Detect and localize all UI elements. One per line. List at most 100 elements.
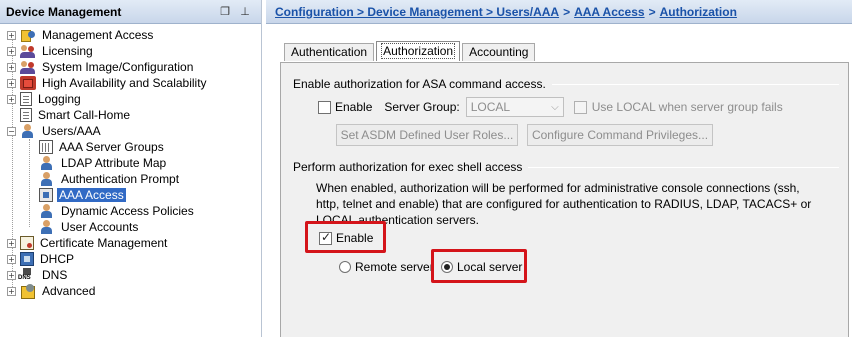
command-auth-section: Enable authorization for ASA command acc… [293, 77, 839, 91]
tab-label: Authentication [291, 45, 368, 59]
checkbox-label: Use LOCAL when server group fails [591, 100, 783, 114]
smart-call-home-icon [20, 108, 32, 122]
nav-title: Device Management [6, 4, 122, 19]
remote-server-option[interactable]: Remote server [339, 260, 434, 274]
command-auth-row: Enable Server Group: LOCAL ⌵ Use LOCAL w… [318, 97, 783, 117]
remote-server-radio[interactable] [339, 261, 351, 273]
authorization-panel: Enable authorization for ASA command acc… [280, 62, 849, 337]
licensing-icon [20, 44, 36, 58]
tree-item-ldap-attribute-map[interactable]: LDAP Attribute Map [39, 155, 168, 171]
ldap-attribute-map-icon [39, 156, 55, 170]
server-group-select[interactable]: LOCAL ⌵ [465, 97, 564, 117]
breadcrumb-aaa-access-link[interactable]: AAA Access [574, 5, 644, 19]
tab-authentication[interactable]: Authentication [284, 43, 375, 61]
configure-privileges-button[interactable]: Configure Command Privileges... [527, 124, 713, 146]
expand-icon[interactable]: + [7, 78, 16, 88]
expand-icon[interactable]: + [7, 238, 16, 248]
breadcrumb-separator: > [563, 4, 571, 19]
server-group-label: Server Group: [384, 100, 460, 114]
tree-item-label: Logging [38, 92, 81, 106]
enable-highlight-box [305, 221, 386, 253]
tree-item-label: DNS [42, 268, 68, 282]
authentication-prompt-icon [39, 172, 55, 186]
tree-item-label: Users/AAA [42, 124, 101, 138]
tree-item-label: User Accounts [61, 220, 139, 234]
tree-item-label: Authentication Prompt [61, 172, 180, 186]
tree-item-label: System Image/Configuration [42, 60, 194, 74]
chevron-down-icon: ⌵ [551, 101, 559, 113]
dhcp-icon [20, 252, 34, 266]
device-management-panel: Device Management ❐ ⊥ + Management Acces… [0, 0, 262, 337]
high-availability-icon [20, 76, 36, 90]
tree-item-smart-call-home[interactable]: Smart Call-Home [20, 107, 132, 123]
exec-shell-description: When enabled, authorization will be perf… [316, 181, 812, 227]
logging-icon [20, 92, 32, 106]
section-title: Enable authorization for ASA command acc… [293, 77, 546, 91]
expand-icon[interactable]: + [7, 94, 16, 104]
expand-icon[interactable]: + [7, 30, 16, 40]
exec-shell-section: Perform authorization for exec shell acc… [293, 160, 839, 174]
tree-item-label: LDAP Attribute Map [61, 156, 167, 170]
tree-item-certificate-management[interactable]: + Certificate Management [7, 235, 169, 251]
breadcrumb-separator: > [648, 4, 656, 19]
restore-window-icon[interactable]: ❐ [218, 5, 232, 19]
tree-item-logging[interactable]: + Logging [7, 91, 83, 107]
user-accounts-icon [39, 220, 55, 234]
tree-item-dhcp[interactable]: + DHCP [7, 251, 76, 267]
section-divider [551, 83, 839, 85]
button-label: Configure Command Privileges... [531, 128, 709, 142]
tab-label: Accounting [469, 45, 529, 59]
button-label: Set ASDM Defined User Roles... [340, 128, 514, 142]
expand-icon[interactable]: + [7, 62, 16, 72]
tab-accounting[interactable]: Accounting [462, 43, 536, 61]
tree-item-management-access[interactable]: + Management Access [7, 27, 155, 43]
content-area: Configuration > Device Management > User… [266, 0, 852, 337]
tab-label: Authorization [381, 43, 456, 59]
tree-connector [29, 139, 30, 227]
tree-item-user-accounts[interactable]: User Accounts [39, 219, 140, 235]
tree-item-aaa-access[interactable]: AAA Access [39, 187, 126, 203]
expand-icon[interactable]: + [7, 254, 16, 264]
tree-item-dynamic-access-policies[interactable]: Dynamic Access Policies [39, 203, 196, 219]
dns-icon [18, 268, 36, 282]
select-value: LOCAL [470, 100, 511, 114]
tree-item-label: AAA Server Groups [59, 140, 164, 154]
breadcrumb-authorization-link[interactable]: Authorization [660, 5, 737, 19]
radio-label: Remote server [355, 260, 434, 274]
set-user-roles-button[interactable]: Set ASDM Defined User Roles... [336, 124, 518, 146]
tree-item-dns[interactable]: + DNS [7, 267, 69, 283]
system-image-icon [20, 60, 36, 74]
users-aaa-icon [20, 124, 36, 138]
tree-item-label: Dynamic Access Policies [61, 204, 194, 218]
breadcrumb: Configuration > Device Management > User… [266, 0, 852, 24]
tree-item-label: High Availability and Scalability [42, 76, 207, 90]
tree-item-authentication-prompt[interactable]: Authentication Prompt [39, 171, 181, 187]
tree-item-high-availability[interactable]: + High Availability and Scalability [7, 75, 209, 91]
checkbox-label: Enable [335, 100, 373, 114]
tree-item-label: Management Access [42, 28, 154, 42]
management-access-icon [20, 28, 36, 42]
advanced-icon [20, 284, 36, 299]
tree-item-aaa-server-groups[interactable]: AAA Server Groups [39, 139, 166, 155]
tree-item-licensing[interactable]: + Licensing [7, 43, 95, 59]
tree-item-label: DHCP [40, 252, 75, 266]
collapse-icon[interactable]: − [7, 126, 16, 136]
tree-item-label: Certificate Management [40, 236, 168, 250]
tree-item-system-image[interactable]: + System Image/Configuration [7, 59, 195, 75]
tree-item-users-aaa[interactable]: − Users/AAA [7, 123, 103, 139]
command-auth-enable-checkbox[interactable] [318, 100, 331, 114]
tree-item-label: AAA Access [57, 188, 126, 202]
use-local-checkbox[interactable] [573, 100, 587, 114]
tree-item-label: Licensing [42, 44, 93, 58]
expand-icon[interactable]: + [7, 46, 16, 56]
tab-bar: Authentication Authorization Accounting [284, 41, 537, 62]
expand-icon[interactable]: + [7, 286, 16, 296]
tree-item-advanced[interactable]: + Advanced [7, 283, 97, 299]
expand-icon[interactable]: + [7, 270, 16, 280]
breadcrumb-configuration-link[interactable]: Configuration > Device Management > User… [275, 5, 559, 19]
tree-item-label: Smart Call-Home [38, 108, 131, 122]
tab-authorization[interactable]: Authorization [376, 41, 461, 61]
pin-icon[interactable]: ⊥ [238, 5, 252, 19]
certificate-management-icon [20, 236, 34, 250]
nav-header: Device Management ❐ ⊥ [0, 0, 261, 24]
